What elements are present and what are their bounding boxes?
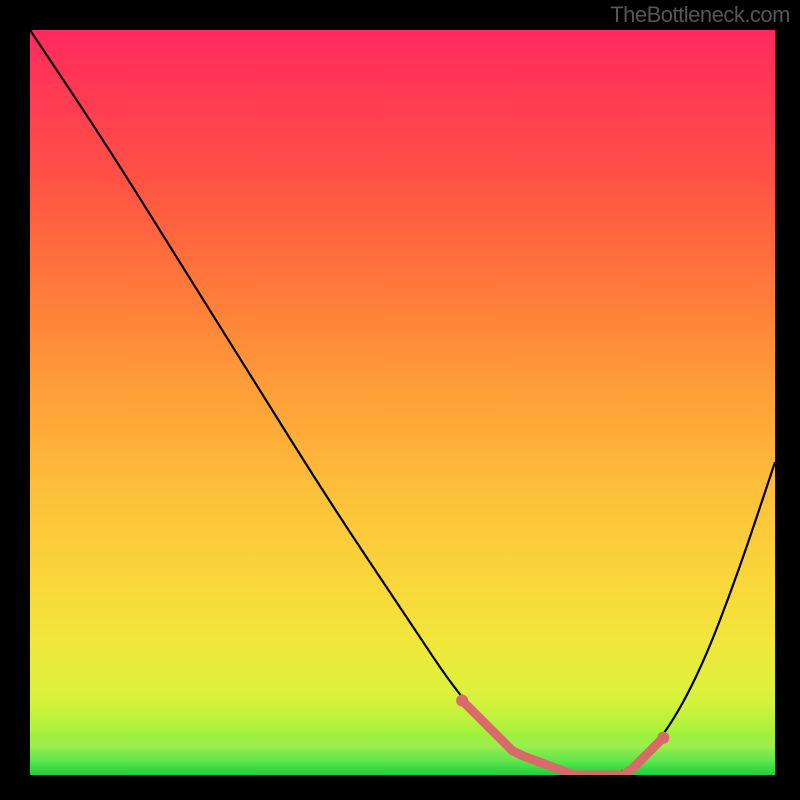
chart-svg <box>30 30 775 775</box>
bottleneck-curve-path <box>30 30 775 775</box>
chart-plot-area <box>30 30 775 775</box>
watermark-text: TheBottleneck.com <box>610 2 790 28</box>
highlight-dot-right <box>657 732 669 744</box>
highlight-dot-left <box>456 695 468 707</box>
highlight-segment-path <box>462 701 663 776</box>
